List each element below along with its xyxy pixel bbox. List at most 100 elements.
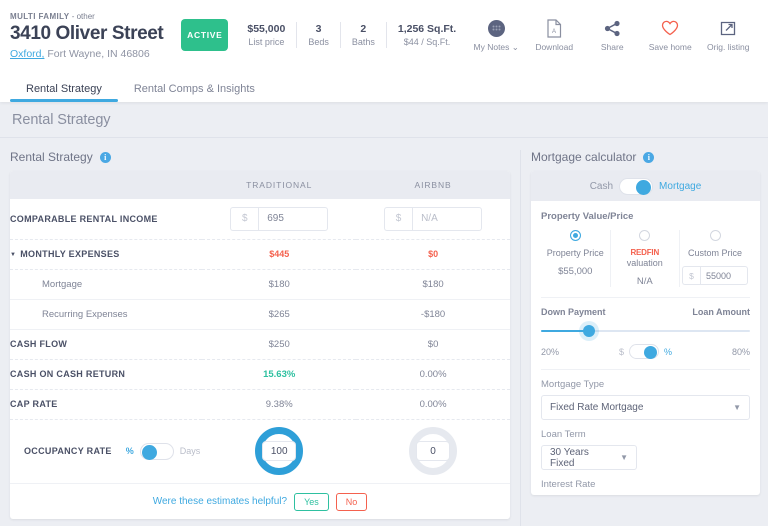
tab-rental-strategy[interactable]: Rental Strategy — [10, 83, 118, 102]
tab-rental-comps-insights[interactable]: Rental Comps & Insights — [118, 83, 271, 102]
section-heading: Rental Strategy — [12, 111, 111, 128]
stat-list-price: $55,000 List price — [236, 22, 296, 48]
feedback-question: Were these estimates helpful? — [152, 496, 288, 507]
airbnb-income-input-group[interactable]: $ N/A — [356, 206, 510, 231]
traditional-income-input[interactable]: 695 — [258, 206, 329, 231]
dp-unit-dollar[interactable]: $ — [619, 347, 624, 357]
share-button[interactable]: Share — [583, 17, 641, 52]
download-button[interactable]: A Download — [525, 17, 583, 52]
price-option-value: N/A — [636, 276, 653, 288]
price-option-property-price[interactable]: Property Price $55,000 — [541, 230, 610, 287]
info-icon[interactable]: i — [643, 151, 655, 163]
table-row-recurring-expenses: Recurring Expenses $265 -$180 — [10, 299, 510, 330]
traditional-occupancy-input[interactable]: 100 — [262, 441, 297, 462]
property-header: MULTI FAMILY - other 3410 Oliver Street … — [0, 0, 768, 70]
mode-mortgage-label[interactable]: Mortgage — [659, 181, 701, 192]
down-payment-unit-toggle[interactable]: $ % — [619, 344, 672, 360]
info-icon[interactable]: i — [99, 151, 111, 163]
rental-strategy-page: MULTI FAMILY - other 3410 Oliver Street … — [0, 0, 768, 526]
radio-custom-price[interactable] — [709, 230, 721, 241]
table-row-cash-on-cash-return: CASH ON CASH RETURN 15.63% 0.00% — [10, 359, 510, 390]
airbnb-occupancy-input[interactable]: 0 — [416, 441, 451, 462]
loan-term-select[interactable]: 30 Years Fixed ▼ — [541, 445, 637, 471]
row-traditional-input: $ 695 — [202, 199, 357, 240]
chevron-down-icon: ▼ — [733, 403, 741, 413]
traditional-gauge-wrap: 100 — [202, 427, 356, 476]
slider-fill — [541, 330, 587, 333]
down-payment-slider[interactable] — [541, 324, 750, 338]
custom-price-input[interactable]: 55000 — [700, 266, 748, 286]
occupancy-traditional-cell: 100 — [202, 419, 356, 483]
mortgage-calculator-title: Mortgage calculator — [531, 150, 637, 164]
orig-listing-button[interactable]: Orig. listing — [699, 17, 757, 52]
row-label: Recurring Expenses — [10, 299, 203, 330]
property-type-sep: - — [69, 12, 77, 22]
down-payment-headers: Down Payment Loan Amount — [541, 307, 750, 317]
row-traditional-value: 15.63% — [202, 359, 357, 390]
notes-avatar-icon — [467, 17, 525, 39]
toggle-knob — [636, 179, 652, 195]
column-header-airbnb: AIRBNB — [356, 171, 510, 199]
slider-thumb[interactable] — [582, 325, 595, 338]
price-option-label: Property Price — [546, 248, 604, 258]
custom-price-input-group[interactable]: $ 55000 — [682, 266, 748, 286]
occupancy-unit-percent[interactable]: % — [126, 446, 134, 456]
loan-term-value: 30 Years Fixed — [550, 446, 589, 469]
neighborhood-link[interactable]: Oxford, — [10, 48, 44, 60]
feedback-yes-button[interactable]: Yes — [294, 492, 329, 511]
external-link-icon — [699, 17, 757, 39]
payment-mode-switch[interactable] — [619, 177, 654, 195]
occupancy-left: OCCUPANCY RATE % Days — [10, 442, 202, 460]
dp-unit-percent[interactable]: % — [664, 347, 672, 357]
airbnb-income-input[interactable]: N/A — [412, 206, 483, 231]
property-stats: $55,000 List price 3 Beds 2 Baths 1,256 … — [236, 21, 467, 49]
save-home-button[interactable]: Save home — [641, 17, 699, 52]
mode-cash-label[interactable]: Cash — [590, 181, 613, 192]
occupancy-unit-toggle[interactable]: % Days — [126, 442, 201, 460]
toggle-knob — [141, 444, 157, 460]
row-label: CAP RATE — [10, 389, 203, 420]
heart-icon — [641, 17, 699, 39]
table-row-comparable-rental-income: COMPARABLE RENTAL INCOME $ 695 $ N/A — [10, 199, 510, 240]
price-option-custom-price[interactable]: Custom Price $ 55000 — [679, 230, 750, 288]
feedback-no-button[interactable]: No — [335, 492, 368, 511]
rental-strategy-column: Rental Strategy i TRADITIONAL AIRBNB COM… — [0, 150, 520, 526]
stat-value: 1,256 Sq.Ft. — [397, 22, 457, 35]
mortgage-calculator-header: Mortgage calculator i — [531, 150, 760, 164]
row-traditional-value: $265 — [202, 299, 357, 330]
chevron-down-icon[interactable]: ▼ — [10, 252, 16, 258]
currency-prefix: $ — [384, 206, 413, 231]
my-notes-button[interactable]: My Notes ⌄ — [467, 17, 525, 52]
radio-property-price[interactable] — [569, 230, 581, 241]
mortgage-type-select[interactable]: Fixed Rate Mortgage ▼ — [541, 395, 750, 421]
mortgage-calculator-card: Cash Mortgage Property Value/Price Prope… — [531, 171, 760, 496]
stat-value: 2 — [360, 22, 367, 35]
stat-sqft: 1,256 Sq.Ft. $44 / Sq.Ft. — [385, 21, 467, 49]
rental-strategy-card: TRADITIONAL AIRBNB COMPARABLE RENTAL INC… — [10, 171, 510, 519]
interest-rate-label: Interest Rate — [541, 479, 596, 491]
table-row-monthly-expenses[interactable]: ▼ MONTHLY EXPENSES $445 $0 — [10, 239, 510, 270]
status-badge: ACTIVE — [181, 19, 229, 51]
down-payment-percent: 20% — [541, 346, 560, 357]
table-row-occupancy-rate: OCCUPANCY RATE % Days 100 0 — [10, 419, 510, 483]
save-home-label: Save home — [648, 42, 692, 53]
radio-redfin-valuation[interactable] — [639, 230, 651, 241]
occupancy-label-cell: OCCUPANCY RATE % Days — [10, 419, 202, 483]
price-option-redfin-valuation[interactable]: REDFIN valuation N/A — [609, 230, 680, 288]
price-option-value: $55,000 — [558, 266, 593, 278]
occupancy-rate-label: OCCUPANCY RATE — [24, 446, 112, 457]
down-payment-footer: 20% $ % 80% — [541, 344, 750, 360]
payment-mode-toggle[interactable]: Cash Mortgage — [531, 171, 760, 201]
occupancy-unit-days[interactable]: Days — [180, 446, 201, 456]
loan-term-label: Loan Term — [541, 429, 586, 441]
divider — [541, 297, 750, 299]
traditional-income-input-group[interactable]: $ 695 — [202, 206, 356, 231]
price-option-label: REDFIN valuation — [613, 248, 678, 269]
page-title-bar: Rental Strategy — [0, 102, 768, 138]
dp-toggle-switch[interactable] — [629, 344, 659, 360]
table-row-cap-rate: CAP RATE 9.38% 0.00% — [10, 389, 510, 420]
row-airbnb-value: $0 — [356, 329, 510, 360]
occupancy-toggle-switch[interactable] — [139, 442, 174, 460]
property-type: MULTI FAMILY — [10, 12, 70, 22]
row-airbnb-value: $0 — [356, 239, 510, 270]
